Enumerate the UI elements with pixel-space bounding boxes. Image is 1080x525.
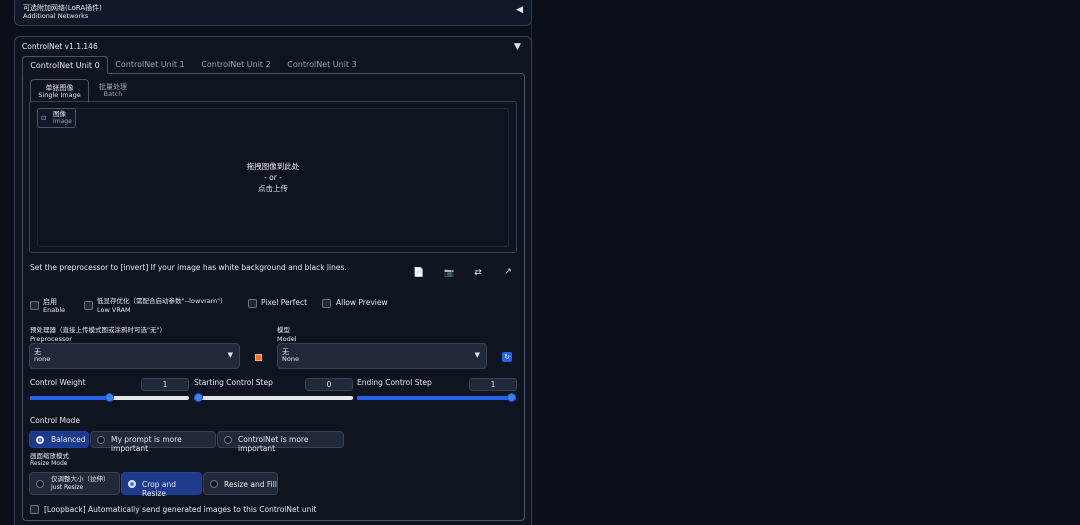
resize-just-resize[interactable]: 仅调整大小（拉伸） Just Resize (29, 472, 120, 495)
ending-step-label: Ending Control Step (357, 378, 432, 387)
preprocessor-label: 预处理器（直接上传模式图或涂鸦时可选"无"） (30, 326, 166, 334)
new-canvas-icon[interactable]: 📄 (413, 267, 425, 279)
resize-just-resize-label: 仅调整大小（拉伸） (51, 475, 110, 483)
tab-batch[interactable]: 批量处理 Batch (93, 79, 133, 103)
webcam-icon[interactable]: 📷 (443, 267, 455, 279)
resize-and-fill[interactable]: Resize and Fill (203, 472, 278, 495)
slider-handle[interactable] (194, 393, 203, 402)
tab-single-image[interactable]: 单张图像 Single Image (30, 79, 89, 103)
pixel-perfect-checkbox[interactable] (248, 299, 257, 308)
resize-just-resize-sublabel: Just Resize (51, 484, 84, 491)
image-label-badge: ⊡ 图像 Image (37, 108, 76, 128)
lora-subtitle: Additional Networks (23, 12, 89, 20)
enable-checkbox[interactable] (30, 301, 39, 310)
controlnet-title: ControlNet v1.1.146 (22, 42, 98, 51)
control-mode-prompt[interactable]: My prompt is more important (90, 431, 216, 453)
send-dimensions-icon[interactable]: ↗ (502, 266, 514, 278)
control-weight-slider[interactable] (30, 393, 189, 402)
tab-unit-2[interactable]: ControlNet Unit 2 (196, 56, 276, 74)
radio-dot (97, 436, 105, 444)
pixel-perfect-label: Pixel Perfect (261, 298, 308, 307)
enable-label: 启用 (43, 298, 57, 306)
slider-fill (30, 396, 110, 400)
preprocessor-select[interactable]: 无 none ▼ (29, 343, 240, 369)
model-value-sub: None (282, 355, 299, 364)
control-weight-input[interactable]: 1 (141, 378, 189, 391)
tab-unit-0[interactable]: ControlNet Unit 0 (22, 56, 108, 74)
control-mode-balanced-label: Balanced (51, 435, 86, 444)
lora-title: 可选附加网络(LoRA插件) (23, 4, 102, 12)
slider-handle[interactable] (105, 393, 114, 402)
control-mode-controlnet-label: ControlNet is more important (238, 435, 309, 453)
radio-dot (210, 480, 218, 488)
triangle-left-icon[interactable]: ◀ (516, 5, 523, 15)
radio-dot (128, 480, 136, 488)
resize-crop-and-resize-label: Crop and Resize (142, 480, 176, 498)
loopback-label: [Loopback] Automatically send generated … (44, 505, 317, 514)
model-select[interactable]: 无 None ▼ (277, 343, 487, 369)
radio-dot (224, 436, 232, 444)
tab-batch-sublabel: Batch (103, 90, 123, 99)
control-mode-controlnet[interactable]: ControlNet is more important (217, 431, 344, 453)
enable-sublabel: Enable (43, 306, 66, 314)
radio-dot (36, 480, 44, 488)
model-label: 模型 (277, 326, 290, 334)
radio-dot (36, 436, 44, 444)
starting-step-slider[interactable] (194, 393, 353, 402)
starting-step-label: Starting Control Step (194, 378, 273, 387)
control-mode-label: Control Mode (30, 416, 80, 425)
starting-step-input[interactable]: 0 (305, 378, 353, 391)
drop-line-1: 拖拽图像到此处 (246, 162, 300, 171)
preprocessor-value-sub: none (34, 355, 51, 364)
drop-instructions[interactable]: 拖拽图像到此处 - or - 点击上传 (37, 161, 509, 194)
allow-preview-checkbox[interactable] (322, 299, 331, 308)
control-mode-prompt-label: My prompt is more important (111, 435, 182, 453)
swap-icon[interactable]: ⇄ (472, 267, 484, 279)
chevron-down-icon: ▼ (474, 351, 480, 359)
invert-hint: Set the preprocessor to [invert] If your… (30, 263, 347, 272)
low-vram-label: 低显存优化（需配合启动参数"--lowvram"） (97, 297, 227, 305)
refresh-icon[interactable]: ↻ (502, 352, 512, 362)
resize-and-fill-label: Resize and Fill (224, 480, 277, 489)
resize-mode-sublabel: Resize Mode (30, 460, 68, 467)
loopback-checkbox[interactable] (30, 505, 39, 514)
ending-step-slider[interactable] (357, 393, 516, 402)
ending-step-input[interactable]: 1 (469, 378, 517, 391)
tab-single-image-sublabel: Single Image (38, 91, 81, 100)
low-vram-checkbox[interactable] (84, 301, 93, 310)
control-weight-label: Control Weight (30, 378, 86, 387)
chevron-down-icon: ▼ (227, 351, 233, 359)
tab-unit-1[interactable]: ControlNet Unit 1 (110, 56, 190, 74)
allow-preview-label: Allow Preview (336, 298, 388, 307)
image-icon: ⊡ (41, 114, 47, 122)
drop-line-3: 点击上传 (258, 184, 288, 193)
low-vram-sublabel: Low VRAM (97, 306, 131, 314)
tab-unit-3[interactable]: ControlNet Unit 3 (282, 56, 362, 74)
run-preprocessor-icon[interactable] (255, 354, 262, 361)
drop-line-2: - or - (264, 173, 282, 182)
control-mode-balanced[interactable]: Balanced (29, 431, 89, 448)
resize-crop-and-resize[interactable]: Crop and Resize (121, 472, 202, 498)
lora-accordion[interactable]: 可选附加网络(LoRA插件) Additional Networks ◀ (14, 0, 532, 26)
image-sublabel: Image (53, 118, 72, 125)
slider-handle[interactable] (507, 393, 516, 402)
triangle-down-icon[interactable]: ▼ (514, 42, 521, 52)
slider-fill (357, 396, 516, 400)
